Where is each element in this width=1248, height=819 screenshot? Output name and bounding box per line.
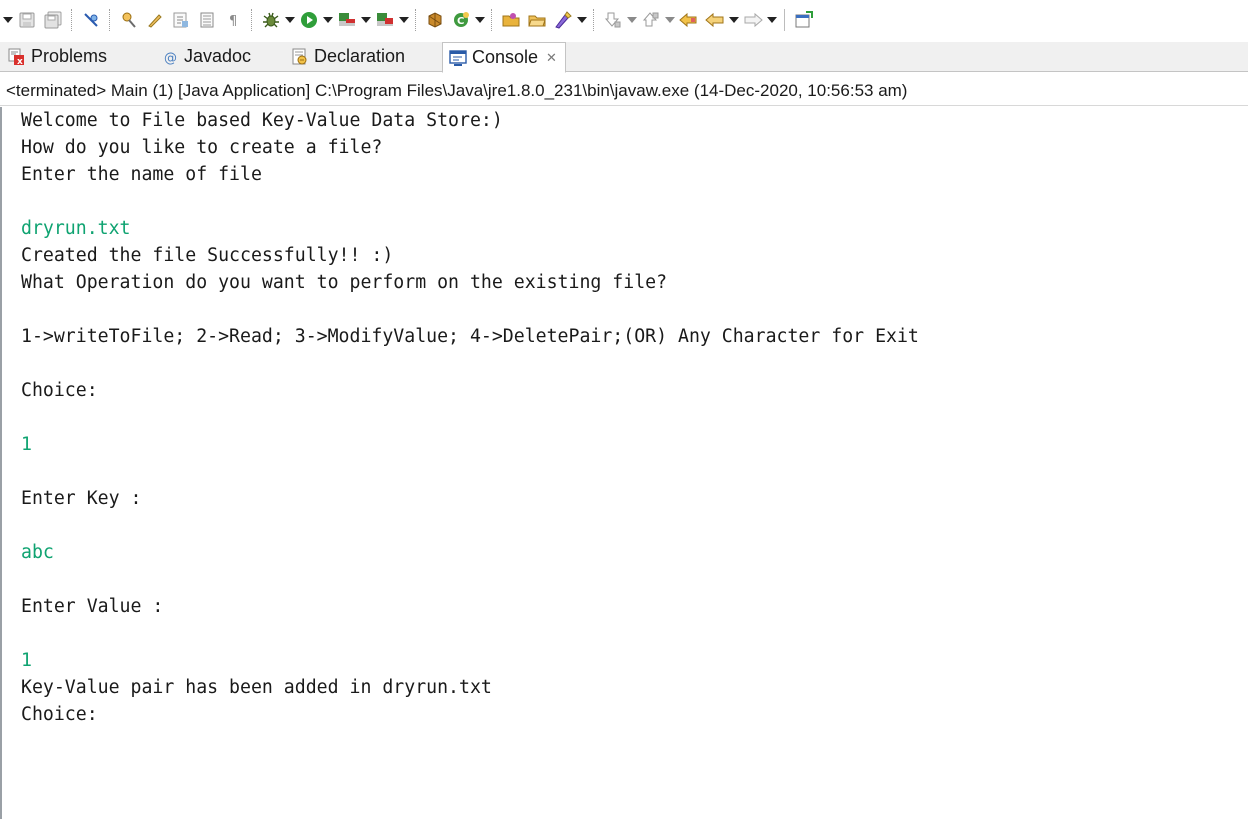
back-dropdown[interactable]: [728, 8, 740, 32]
toggle-block-icon[interactable]: [196, 8, 218, 32]
main-toolbar: ¶ C: [0, 0, 1248, 40]
console-line: Enter Key :: [21, 488, 142, 509]
new-java-class-icon[interactable]: [424, 8, 446, 32]
console-line: Choice:: [21, 380, 98, 401]
external-tools-icon[interactable]: [374, 8, 396, 32]
svg-text:x: x: [17, 57, 23, 66]
console-line: Enter the name of file: [21, 164, 262, 185]
svg-text:¶: ¶: [229, 14, 237, 29]
new-package-icon[interactable]: C: [450, 8, 472, 32]
console-process-status: <terminated> Main (1) [Java Application]…: [0, 76, 1248, 106]
console-output[interactable]: Welcome to File based Key-Value Data Sto…: [0, 107, 1248, 819]
edit-icon[interactable]: [144, 8, 166, 32]
debug-dropdown[interactable]: [284, 8, 296, 32]
show-whitespace-icon[interactable]: [170, 8, 192, 32]
declaration-icon: [291, 48, 309, 66]
toolbar-separator: [593, 9, 595, 31]
next-annotation-icon[interactable]: [602, 8, 624, 32]
back-icon[interactable]: [704, 8, 726, 32]
next-annotation-dropdown[interactable]: [626, 8, 638, 32]
previous-annotation-dropdown[interactable]: [664, 8, 676, 32]
console-line: What Operation do you want to perform on…: [21, 272, 668, 293]
console-line: How do you like to create a file?: [21, 137, 383, 158]
console-icon: [449, 49, 467, 67]
annotation-icon[interactable]: [552, 8, 574, 32]
console-input-line: 1: [21, 650, 32, 671]
tab-label: Problems: [31, 46, 108, 66]
svg-text:C: C: [457, 16, 464, 27]
coverage-dropdown[interactable]: [360, 8, 372, 32]
run-dropdown[interactable]: [322, 8, 334, 32]
console-input-line: dryrun.txt: [21, 218, 131, 239]
toolbar-separator: [491, 9, 493, 31]
external-tools-dropdown[interactable]: [398, 8, 410, 32]
new-dropdown[interactable]: [474, 8, 486, 32]
open-file-icon[interactable]: [526, 8, 548, 32]
toolbar-separator: [251, 9, 253, 31]
tab-console[interactable]: Console ✕: [442, 42, 566, 73]
toolbar-separator: [109, 9, 111, 31]
forward-icon[interactable]: [742, 8, 764, 32]
problems-icon: x: [8, 48, 26, 66]
tab-label: Javadoc: [184, 46, 252, 66]
last-edit-icon[interactable]: [678, 8, 700, 32]
tab-label: Console: [472, 47, 539, 67]
previous-annotation-icon[interactable]: [640, 8, 662, 32]
annotation-dropdown[interactable]: [576, 8, 588, 32]
svg-text:@: @: [164, 51, 177, 65]
javadoc-icon: @: [163, 49, 179, 65]
toolbar-separator: [784, 9, 785, 31]
console-line: Enter Value :: [21, 596, 164, 617]
open-folder-icon[interactable]: [500, 8, 522, 32]
console-line: Choice:: [21, 704, 98, 725]
tab-javadoc[interactable]: @ Javadoc: [163, 42, 251, 71]
coverage-icon[interactable]: [336, 8, 358, 32]
pilcrow-icon[interactable]: ¶: [222, 8, 244, 32]
close-icon[interactable]: ✕: [546, 50, 557, 66]
save-icon[interactable]: [16, 8, 38, 32]
view-tab-bar: x Problems @ Javadoc Declaration Console…: [0, 42, 1248, 73]
toolbar-separator: [415, 9, 417, 31]
debug-icon[interactable]: [260, 8, 282, 32]
open-perspective-icon[interactable]: [793, 8, 815, 32]
console-line: Key-Value pair has been added in dryrun.…: [21, 677, 492, 698]
tab-declaration[interactable]: Declaration: [291, 42, 405, 71]
console-line: 1->writeToFile; 2->Read; 3->ModifyValue;…: [21, 326, 919, 347]
toolbar-menu-dropdown[interactable]: [2, 8, 14, 32]
toolbar-separator: [71, 9, 73, 31]
save-all-icon[interactable]: [42, 8, 64, 32]
tab-problems[interactable]: x Problems: [8, 42, 107, 71]
console-line: Welcome to File based Key-Value Data Sto…: [21, 110, 503, 131]
console-input-line: 1: [21, 434, 32, 455]
run-icon[interactable]: [298, 8, 320, 32]
console-input-line: abc: [21, 542, 54, 563]
tab-label: Declaration: [314, 46, 406, 66]
forward-dropdown[interactable]: [766, 8, 778, 32]
skip-breakpoints-icon[interactable]: [80, 8, 102, 32]
open-type-icon[interactable]: [118, 8, 140, 32]
console-line: Created the file Successfully!! :): [21, 245, 394, 266]
